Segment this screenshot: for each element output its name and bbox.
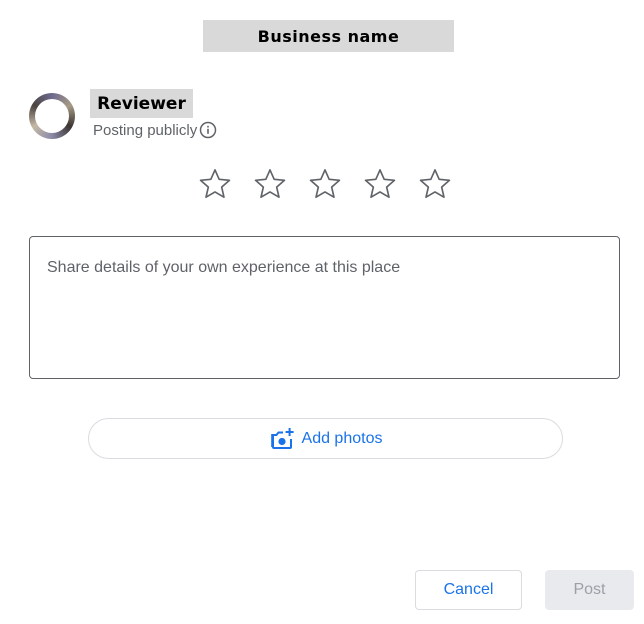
avatar bbox=[29, 93, 75, 139]
info-icon[interactable] bbox=[199, 121, 217, 139]
review-placeholder: Share details of your own experience at … bbox=[47, 259, 401, 276]
cancel-button[interactable]: Cancel bbox=[415, 570, 522, 610]
review-textarea[interactable]: Share details of your own experience at … bbox=[29, 236, 620, 379]
star-rating bbox=[197, 166, 453, 206]
posting-publicly-label: Posting publicly bbox=[93, 121, 198, 139]
cancel-button-label: Cancel bbox=[443, 581, 494, 598]
star-5-icon[interactable] bbox=[417, 166, 453, 202]
star-3-icon[interactable] bbox=[307, 166, 343, 202]
add-photos-button[interactable]: Add photos bbox=[88, 418, 563, 459]
posting-publicly-row: Posting publicly bbox=[93, 120, 217, 140]
post-button-label: Post bbox=[573, 581, 606, 598]
reviewer-name: Reviewer bbox=[90, 89, 193, 118]
star-4-icon[interactable] bbox=[362, 166, 398, 202]
business-name-label: Business name bbox=[203, 20, 454, 52]
star-1-icon[interactable] bbox=[197, 166, 233, 202]
post-button[interactable]: Post bbox=[545, 570, 634, 610]
star-2-icon[interactable] bbox=[252, 166, 288, 202]
add-photos-label: Add photos bbox=[301, 429, 383, 447]
add-photo-icon bbox=[270, 427, 294, 449]
